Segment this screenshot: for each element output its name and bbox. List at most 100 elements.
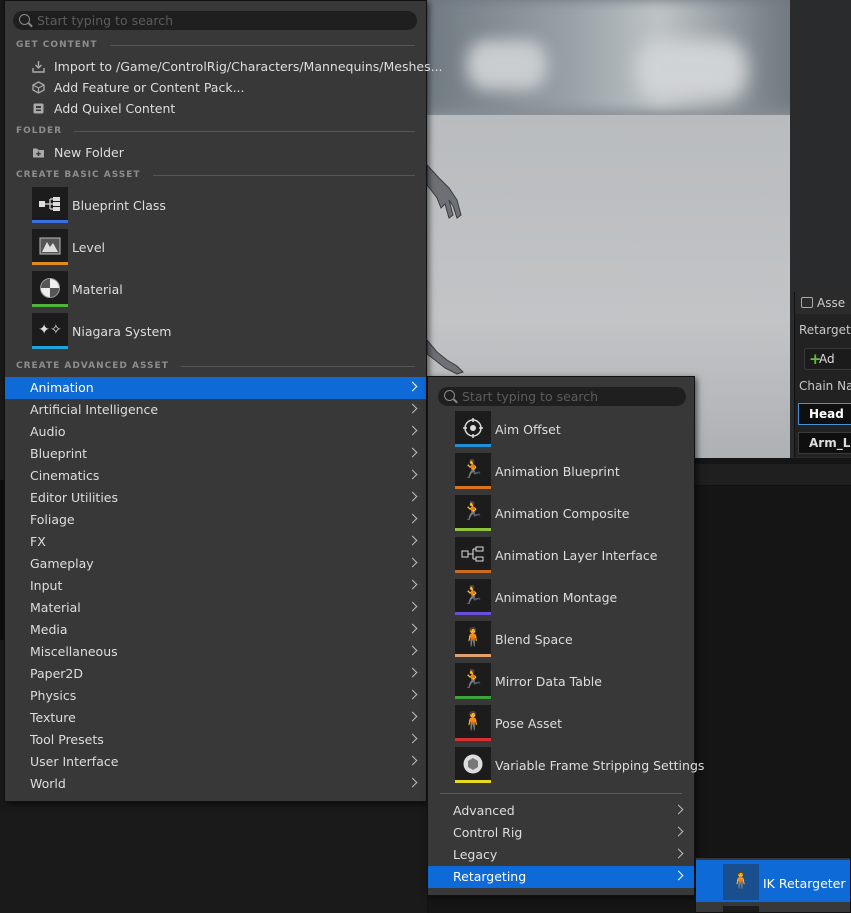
category-tool-presets[interactable]: Tool Presets (5, 729, 426, 751)
animation-blueprint-item[interactable]: 🏃 Animation Blueprint (428, 450, 694, 492)
new-folder-item[interactable]: New Folder (5, 142, 426, 163)
category-artificial-intelligence[interactable]: Artificial Intelligence (5, 399, 426, 421)
category-user-interface[interactable]: User Interface (5, 751, 426, 773)
import-item-label: Import to /Game/ControlRig/Characters/Ma… (54, 59, 443, 74)
chevron-right-icon (407, 667, 418, 678)
category-foliage[interactable]: Foliage (5, 509, 426, 531)
animation-composite-icon: 🏃 (455, 495, 491, 531)
niagara-system-item[interactable]: ✦✧ Niagara System (5, 311, 426, 353)
animation-blueprint-label: Animation Blueprint (495, 464, 620, 479)
chevron-right-icon (673, 848, 684, 859)
animation-composite-item[interactable]: 🏃 Animation Composite (428, 492, 694, 534)
category-input[interactable]: Input (5, 575, 426, 597)
subcategory-retargeting[interactable]: Retargeting (428, 866, 694, 888)
material-icon (32, 271, 68, 307)
category-gameplay[interactable]: Gameplay (5, 553, 426, 575)
blend-space-icon: 🧍 (455, 621, 491, 657)
aim-offset-icon (455, 411, 491, 447)
category-media[interactable]: Media (5, 619, 426, 641)
subcategory-advanced[interactable]: Advanced (428, 800, 694, 822)
category-label: Miscellaneous (30, 644, 118, 659)
variable-frame-stripping-item[interactable]: Variable Frame Stripping Settings (428, 744, 704, 786)
category-label: Foliage (30, 512, 75, 527)
chevron-right-icon (407, 711, 418, 722)
blend-space-item[interactable]: 🧍 Blend Space (428, 618, 694, 660)
category-audio[interactable]: Audio (5, 421, 426, 443)
category-material[interactable]: Material (5, 597, 426, 619)
retarget-label: Retarget (799, 323, 851, 337)
retargeting-submenu: 🧍 IK Retargeter (695, 857, 851, 913)
animation-montage-label: Animation Montage (495, 590, 618, 605)
mannequin-hand (427, 340, 464, 375)
subcategory-control-rig[interactable]: Control Rig (428, 822, 694, 844)
aim-offset-label: Aim Offset (495, 422, 561, 437)
animation-blueprint-icon: 🏃 (455, 453, 491, 489)
import-icon (32, 60, 45, 73)
subcategory-legacy[interactable]: Legacy (428, 844, 694, 866)
asset-color-bar (455, 780, 491, 783)
new-folder-icon (32, 146, 45, 159)
add-button[interactable]: + Ad (804, 348, 851, 370)
add-feature-item[interactable]: Add Feature or Content Pack... (5, 77, 426, 98)
category-physics[interactable]: Physics (5, 685, 426, 707)
asset-color-bar (455, 486, 491, 489)
niagara-system-icon: ✦✧ (32, 313, 68, 349)
category-texture[interactable]: Texture (5, 707, 426, 729)
level-item[interactable]: Level (5, 227, 426, 269)
blend-space-label: Blend Space (495, 632, 573, 647)
chevron-right-icon (673, 870, 684, 881)
menu-search-box[interactable] (13, 11, 417, 30)
aim-offset-item[interactable]: Aim Offset (428, 408, 694, 450)
search-input[interactable] (37, 11, 411, 30)
category-fx[interactable]: FX (5, 531, 426, 553)
details-tab-label: Asse (817, 296, 846, 310)
chevron-right-icon (407, 425, 418, 436)
animation-layer-interface-label: Animation Layer Interface (495, 548, 658, 563)
section-divider (74, 130, 415, 132)
category-animation[interactable]: Animation (5, 377, 426, 399)
category-paper2d[interactable]: Paper2D (5, 663, 426, 685)
import-item[interactable]: Import to /Game/ControlRig/Characters/Ma… (5, 56, 443, 77)
content-browser-context-menu: GET CONTENT Import to /Game/ControlRig/C… (4, 0, 443, 802)
chain-cell-head[interactable]: Head (798, 403, 851, 425)
category-world[interactable]: World (5, 773, 426, 795)
animation-layer-interface-item[interactable]: Animation Layer Interface (428, 534, 694, 576)
category-miscellaneous[interactable]: Miscellaneous (5, 641, 426, 663)
niagara-system-label: Niagara System (72, 324, 172, 339)
mirror-data-table-item[interactable]: 🏃 Mirror Data Table (428, 660, 694, 702)
pose-asset-label: Pose Asset (495, 716, 563, 731)
section-divider (180, 365, 415, 367)
mirror-data-table-label: Mirror Data Table (495, 674, 602, 689)
subcategory-label: Advanced (453, 803, 515, 818)
animation-layer-interface-icon (455, 537, 491, 573)
chain-cell-arm-l[interactable]: Arm_L (798, 432, 851, 454)
pose-asset-item[interactable]: 🧍 Pose Asset (428, 702, 694, 744)
section-label: CREATE BASIC ASSET (16, 170, 141, 180)
submenu-search-box[interactable] (438, 387, 686, 406)
category-editor-utilities[interactable]: Editor Utilities (5, 487, 426, 509)
mannequin-hand (427, 164, 462, 219)
animation-montage-item[interactable]: 🏃 Animation Montage (428, 576, 694, 618)
material-item[interactable]: Material (5, 269, 426, 311)
asset-color-bar (455, 612, 491, 615)
category-blueprint[interactable]: Blueprint (5, 443, 426, 465)
subcategory-label: Legacy (453, 847, 498, 862)
chevron-right-icon (407, 579, 418, 590)
asset-color-bar (455, 738, 491, 741)
category-label: Artificial Intelligence (30, 402, 159, 417)
blueprint-class-item[interactable]: Blueprint Class (5, 185, 426, 227)
asset-color-bar (455, 654, 491, 657)
chevron-right-icon (673, 804, 684, 815)
viewport-blur (637, 40, 747, 100)
section-create-advanced-asset: CREATE ADVANCED ASSET (16, 360, 415, 372)
category-label: Tool Presets (30, 732, 104, 747)
asset-color-bar (32, 262, 68, 265)
ik-retargeter-item[interactable]: 🧍 IK Retargeter (696, 860, 850, 902)
category-cinematics[interactable]: Cinematics (5, 465, 426, 487)
details-tab[interactable]: Asse (795, 292, 851, 314)
category-label: Texture (30, 710, 76, 725)
asset-color-bar (455, 528, 491, 531)
section-folder: FOLDER (16, 125, 415, 137)
add-quixel-item[interactable]: Add Quixel Content (5, 98, 426, 119)
submenu-search-input[interactable] (462, 387, 680, 406)
